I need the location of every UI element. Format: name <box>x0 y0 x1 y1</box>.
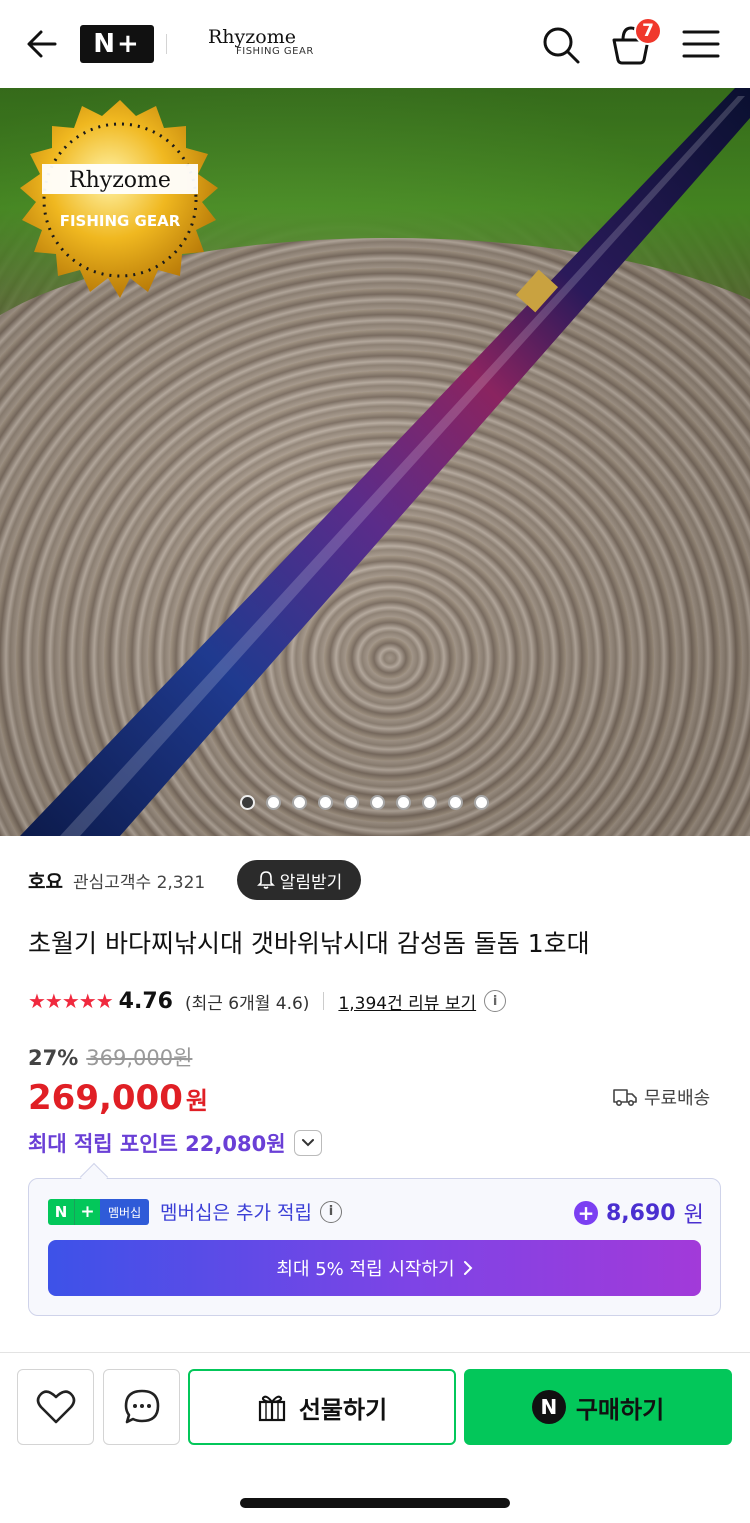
chevron-right-icon <box>463 1261 473 1275</box>
bell-plus-icon <box>256 871 275 889</box>
badge-label: 멤버십 <box>100 1199 150 1225</box>
menu-button[interactable] <box>680 26 722 62</box>
buy-button[interactable]: N 구매하기 <box>464 1369 732 1445</box>
buy-button-label: 구매하기 <box>575 1395 665 1424</box>
membership-text-label: 멤버십은 추가 적립 <box>160 1202 312 1224</box>
gift-button-label: 선물하기 <box>298 1395 388 1424</box>
chevron-down-icon <box>301 1139 314 1147</box>
heart-outline-icon <box>36 1390 75 1424</box>
header-divider <box>166 34 167 54</box>
plus-circle-icon: + <box>574 1201 598 1225</box>
max-points-row: 최대 적립 포인트 22,080원 <box>28 1128 322 1158</box>
discount-percent: 27% <box>28 1046 79 1070</box>
carousel-dot[interactable] <box>448 794 463 810</box>
search-button[interactable] <box>540 24 582 66</box>
membership-start-button[interactable]: 최대 5% 적립 시작하기 <box>48 1240 701 1296</box>
alarm-button-label: 알림받기 <box>279 872 343 893</box>
home-indicator[interactable] <box>240 1498 510 1508</box>
notification-subscribe-button[interactable]: 알림받기 <box>237 860 361 900</box>
arrow-left-icon <box>27 30 57 58</box>
carousel-dot[interactable] <box>474 794 489 810</box>
membership-points-unit: 원 <box>683 1203 704 1228</box>
nplus-logo[interactable]: N+ <box>80 25 154 63</box>
product-image-carousel[interactable]: Rhyzome FISHING GEAR <box>0 88 750 836</box>
brand-logo[interactable]: Rhyzome FISHING GEAR <box>208 26 318 62</box>
discount-row: 27% 369,000원 <box>28 1042 192 1072</box>
brand-seal-badge: Rhyzome FISHING GEAR <box>20 100 218 298</box>
membership-info-icon[interactable]: i <box>319 1200 342 1223</box>
carousel-dot[interactable] <box>266 794 281 810</box>
brand-logo-sub: FISHING GEAR <box>236 46 314 57</box>
wishlist-button[interactable] <box>17 1369 94 1445</box>
info-icon[interactable]: i <box>484 990 507 1012</box>
recent-rating: (최근 6개월 4.6) <box>184 993 310 1014</box>
rating-stars: ★★★★★ <box>28 989 114 1013</box>
sale-price: 269,000 원 <box>28 1078 208 1118</box>
badge-n: N <box>48 1199 74 1225</box>
badge-plus: + <box>74 1199 100 1225</box>
max-points-text: 최대 적립 포인트 22,080원 <box>28 1132 286 1156</box>
top-header: N+ Rhyzome FISHING GEAR 7 <box>0 0 750 88</box>
talk-chat-button[interactable] <box>103 1369 180 1445</box>
carousel-dot[interactable] <box>370 794 385 810</box>
carousel-dot[interactable] <box>422 794 437 810</box>
sale-price-value: 269,000 <box>28 1078 183 1118</box>
store-info: 호요 관심고객수 2,321 <box>28 860 205 900</box>
gift-button[interactable]: 선물하기 <box>188 1369 456 1445</box>
cart-count-badge: 7 <box>634 17 662 45</box>
shipping-label: 무료배송 <box>644 1088 711 1109</box>
naver-membership-badge: N + 멤버십 <box>48 1199 150 1225</box>
seal-text-main: Rhyzome <box>69 168 171 193</box>
delivery-truck-icon <box>613 1089 637 1107</box>
carousel-pagination <box>240 794 510 810</box>
store-name[interactable]: 호요 <box>28 867 63 894</box>
review-link[interactable]: 1,394건 리뷰 보기 <box>338 989 476 1014</box>
carousel-dot[interactable] <box>318 794 333 810</box>
sale-price-currency: 원 <box>185 1087 208 1115</box>
gift-box-icon <box>258 1395 285 1422</box>
chat-bubble-icon <box>124 1389 159 1424</box>
carousel-dot[interactable] <box>240 794 255 810</box>
search-icon <box>543 27 580 64</box>
hamburger-menu-icon <box>682 30 720 58</box>
membership-points-amount: 8,690 <box>606 1200 676 1226</box>
bottom-bar-divider <box>0 1352 750 1353</box>
rating-row: ★★★★★ 4.76 (최근 6개월 4.6) 1,394건 리뷰 보기 i <box>28 984 507 1018</box>
membership-text: 멤버십은 추가 적립 i <box>160 1198 342 1225</box>
back-button[interactable] <box>22 24 62 64</box>
store-followers: 관심고객수 2,321 <box>72 872 206 893</box>
membership-cta-label: 최대 5% 적립 시작하기 <box>276 1259 455 1280</box>
points-expand-toggle[interactable] <box>293 1130 322 1156</box>
brand-logo-main: Rhyzome <box>208 26 296 48</box>
carousel-dot[interactable] <box>396 794 411 810</box>
shipping-info: 무료배송 <box>612 1084 710 1110</box>
naver-pay-n-icon: N <box>531 1390 566 1424</box>
membership-points: + 8,690 원 <box>574 1197 704 1229</box>
rating-score: 4.76 <box>118 988 173 1014</box>
product-title: 초월기 바다찌낚시대 갯바위낚시대 감성돔 돌돔 1호대 <box>28 929 590 958</box>
carousel-dot[interactable] <box>344 794 359 810</box>
original-price: 369,000원 <box>86 1046 193 1070</box>
seal-text-sub: FISHING GEAR <box>60 212 181 230</box>
rating-divider <box>323 992 325 1010</box>
carousel-dot[interactable] <box>292 794 307 810</box>
